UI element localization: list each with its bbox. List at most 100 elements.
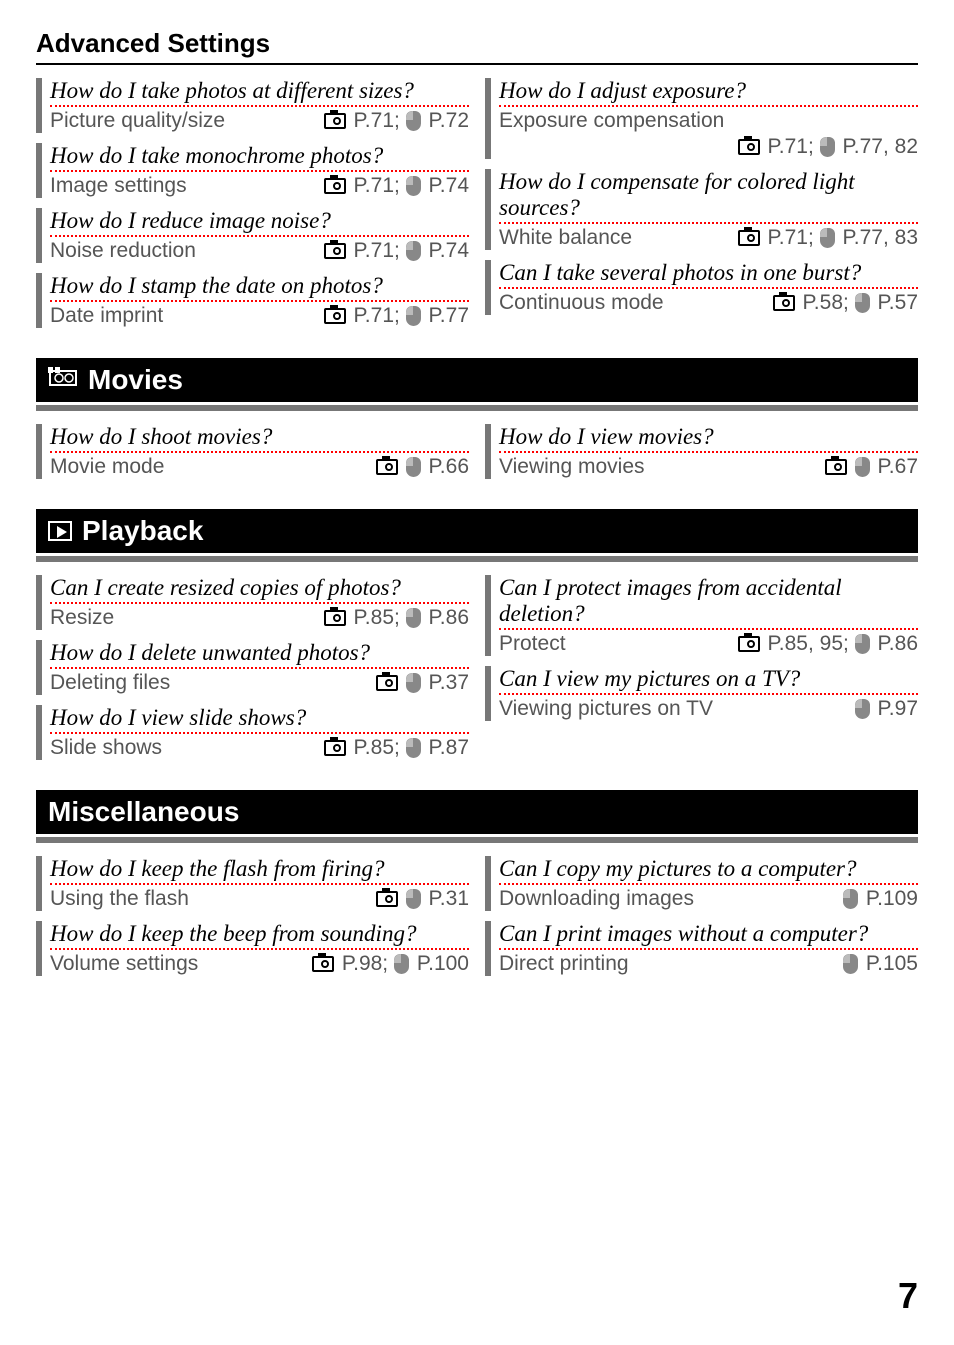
mouse-icon <box>406 176 421 196</box>
mouse-icon <box>406 673 421 693</box>
page-refs: P.105 <box>843 952 918 976</box>
mouse-icon <box>843 954 858 974</box>
answer-label: Noise reduction <box>50 239 196 263</box>
mouse-icon <box>820 228 835 248</box>
qa-item: How do I keep the flash from firing?Usin… <box>36 856 469 911</box>
advanced-left-col: How do I take photos at different sizes?… <box>36 75 469 338</box>
mouse-icon <box>855 699 870 719</box>
mouse-icon <box>406 889 421 909</box>
camera-icon <box>376 675 398 691</box>
mouse-icon <box>406 608 421 628</box>
page-refs: P.97 <box>855 697 918 721</box>
camera-icon <box>324 610 346 626</box>
movies-columns: How do I shoot movies?Movie mode P.66 Ho… <box>36 421 918 489</box>
page-refs: P.71; P.74 <box>324 174 469 198</box>
question-text: How do I view movies? <box>499 424 918 453</box>
mouse-icon <box>406 457 421 477</box>
playback-right-col: Can I protect images from accidental del… <box>485 572 918 770</box>
qa-item: How do I adjust exposure?Exposure compen… <box>485 78 918 159</box>
playback-columns: Can I create resized copies of photos?Re… <box>36 572 918 770</box>
answer-label: Continuous mode <box>499 291 664 315</box>
page-refs: P.71; P.77, 83 <box>738 226 918 250</box>
movie-icon <box>48 364 78 396</box>
qa-item: Can I view my pictures on a TV?Viewing p… <box>485 666 918 721</box>
section-playback: Playback <box>36 509 918 553</box>
answer-label: Image settings <box>50 174 187 198</box>
page-refs: P.58; P.57 <box>773 291 918 315</box>
movies-left-col: How do I shoot movies?Movie mode P.66 <box>36 421 469 489</box>
section-advanced-settings: Advanced Settings <box>36 28 918 65</box>
page-refs: P.71; P.77 <box>324 304 469 328</box>
page-number: 7 <box>898 1275 918 1317</box>
divider <box>36 556 918 562</box>
section-movies: Movies <box>36 358 918 402</box>
page-refs: P.109 <box>843 887 918 911</box>
qa-item: How do I shoot movies?Movie mode P.66 <box>36 424 469 479</box>
qa-item: How do I keep the beep from sounding?Vol… <box>36 921 469 976</box>
page-refs: P.71; P.77, 82 <box>499 135 918 159</box>
page-refs: P.37 <box>376 671 469 695</box>
question-text: How do I shoot movies? <box>50 424 469 453</box>
page-refs: P.67 <box>825 455 918 479</box>
answer-label: Viewing movies <box>499 455 645 479</box>
mouse-icon <box>855 634 870 654</box>
section-misc: Miscellaneous <box>36 790 918 834</box>
answer-label: Viewing pictures on TV <box>499 697 713 721</box>
page-refs: P.98; P.100 <box>312 952 469 976</box>
mouse-icon <box>855 293 870 313</box>
mouse-icon <box>855 457 870 477</box>
question-text: How do I stamp the date on photos? <box>50 273 469 302</box>
camera-icon <box>738 636 760 652</box>
question-text: Can I copy my pictures to a computer? <box>499 856 918 885</box>
qa-item: How do I view movies?Viewing movies P.67 <box>485 424 918 479</box>
question-text: How do I adjust exposure? <box>499 78 918 107</box>
question-text: Can I take several photos in one burst? <box>499 260 918 289</box>
qa-item: How do I delete unwanted photos?Deleting… <box>36 640 469 695</box>
camera-icon <box>376 459 398 475</box>
answer-label: Resize <box>50 606 114 630</box>
camera-icon <box>324 243 346 259</box>
question-text: How do I keep the beep from sounding? <box>50 921 469 950</box>
question-text: How do I take photos at different sizes? <box>50 78 469 107</box>
page-refs: P.85, 95; P.86 <box>738 632 918 656</box>
qa-item: How do I view slide shows?Slide shows P.… <box>36 705 469 760</box>
camera-icon <box>773 295 795 311</box>
misc-right-col: Can I copy my pictures to a computer?Dow… <box>485 853 918 986</box>
qa-item: How do I reduce image noise?Noise reduct… <box>36 208 469 263</box>
page-refs: P.85; P.86 <box>324 606 469 630</box>
question-text: How do I view slide shows? <box>50 705 469 734</box>
play-icon <box>48 521 72 541</box>
section-misc-label: Miscellaneous <box>48 796 239 828</box>
qa-item: How do I take monochrome photos?Image se… <box>36 143 469 198</box>
answer-label: Using the flash <box>50 887 189 911</box>
qa-item: Can I protect images from accidental del… <box>485 575 918 656</box>
answer-label: Slide shows <box>50 736 162 760</box>
advanced-columns: How do I take photos at different sizes?… <box>36 75 918 338</box>
question-text: Can I create resized copies of photos? <box>50 575 469 604</box>
mouse-icon <box>406 738 421 758</box>
question-text: How do I delete unwanted photos? <box>50 640 469 669</box>
divider <box>36 405 918 411</box>
misc-left-col: How do I keep the flash from firing?Usin… <box>36 853 469 986</box>
answer-label: Exposure compensation <box>499 109 724 133</box>
answer-label: Picture quality/size <box>50 109 225 133</box>
question-text: Can I view my pictures on a TV? <box>499 666 918 695</box>
qa-item: Can I create resized copies of photos?Re… <box>36 575 469 630</box>
page-refs: P.71; P.72 <box>324 109 469 133</box>
answer-label: Downloading images <box>499 887 694 911</box>
mouse-icon <box>820 137 835 157</box>
playback-left-col: Can I create resized copies of photos?Re… <box>36 572 469 770</box>
qa-item: How do I stamp the date on photos?Date i… <box>36 273 469 328</box>
divider <box>36 837 918 843</box>
advanced-right-col: How do I adjust exposure?Exposure compen… <box>485 75 918 338</box>
page-refs: P.85; P.87 <box>324 736 469 760</box>
qa-item: Can I copy my pictures to a computer?Dow… <box>485 856 918 911</box>
mouse-icon <box>406 241 421 261</box>
question-text: How do I keep the flash from firing? <box>50 856 469 885</box>
answer-label: Deleting files <box>50 671 170 695</box>
camera-icon <box>324 113 346 129</box>
question-text: Can I protect images from accidental del… <box>499 575 918 630</box>
answer-label: Movie mode <box>50 455 164 479</box>
camera-icon <box>376 891 398 907</box>
section-playback-label: Playback <box>82 515 203 547</box>
